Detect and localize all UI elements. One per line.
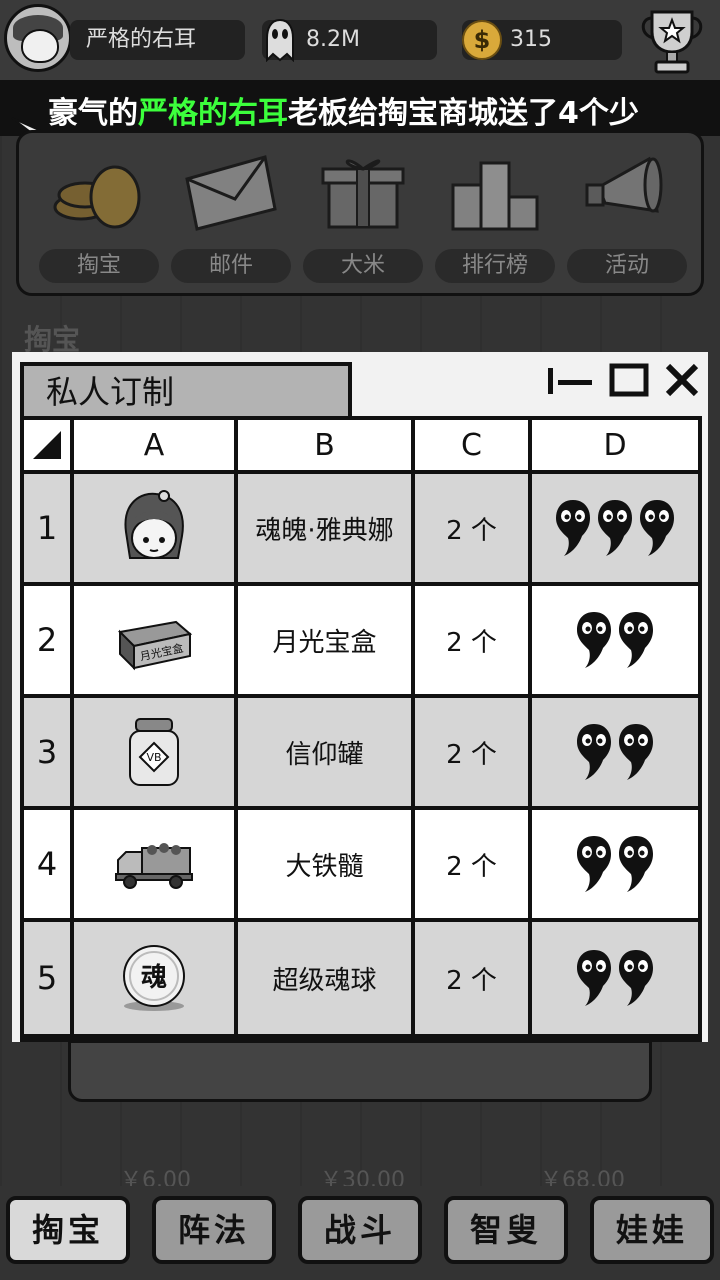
item-quantity: 2 个 bbox=[415, 474, 528, 582]
row-number: 1 bbox=[24, 474, 70, 582]
row-number: 5 bbox=[24, 922, 70, 1034]
item-quantity: 2 个 bbox=[415, 810, 528, 918]
menu-item-treasure[interactable]: 掏宝 bbox=[39, 151, 159, 283]
maximize-icon[interactable] bbox=[608, 360, 652, 400]
athena-avatar-icon bbox=[124, 490, 184, 559]
menu-label: 活动 bbox=[567, 249, 687, 283]
megaphone-icon bbox=[585, 156, 663, 213]
item-quantity: 2 个 bbox=[415, 698, 528, 806]
soul-icon bbox=[619, 724, 653, 780]
coin-value: 315 bbox=[510, 27, 552, 52]
trophy-icon[interactable] bbox=[636, 6, 708, 76]
soul-icon bbox=[577, 612, 611, 668]
row-number: 4 bbox=[24, 810, 70, 918]
top-bar: 严格的右耳 8.2M $ 315 bbox=[0, 0, 720, 80]
ghost-currency: 8.2M bbox=[262, 18, 437, 62]
menu-label: 排行榜 bbox=[435, 249, 555, 283]
item-image-cell[interactable] bbox=[74, 474, 234, 582]
menu-label: 邮件 bbox=[171, 249, 291, 283]
jar-label: VB bbox=[146, 751, 161, 764]
menu-item-rice[interactable]: 大米 bbox=[303, 151, 423, 283]
item-image-cell[interactable]: VB bbox=[74, 698, 234, 806]
soul-icon bbox=[577, 724, 611, 780]
order-table: A B C D 1 魂魄·雅典娜 2 个 2 月光宝盒 月光宝盒 2 个 3 V… bbox=[20, 416, 702, 1042]
item-name: 大铁髓 bbox=[238, 810, 411, 918]
column-header-a: A bbox=[74, 420, 234, 470]
coins-icon bbox=[53, 165, 141, 229]
announcement-marquee: 豪气的严格的右耳老板给掏宝商城送了4个少 bbox=[0, 80, 720, 136]
nav-doll-button[interactable]: 娃娃 bbox=[590, 1196, 714, 1264]
nav-formation-button[interactable]: 阵法 bbox=[152, 1196, 276, 1264]
column-header-d: D bbox=[532, 420, 698, 470]
soul-cost bbox=[532, 586, 698, 694]
ghost-icon bbox=[266, 18, 294, 62]
menu-label: 掏宝 bbox=[39, 249, 159, 283]
truck-icon bbox=[115, 843, 193, 889]
announcement-text: 豪气的严格的右耳老板给掏宝商城送了4个少 bbox=[48, 96, 639, 131]
coin-icon: $ bbox=[462, 20, 502, 60]
soul-cost bbox=[532, 698, 698, 806]
table-corner bbox=[24, 420, 70, 470]
soul-icon bbox=[619, 836, 653, 892]
player-name: 严格的右耳 bbox=[70, 20, 245, 60]
item-name: 月光宝盒 bbox=[238, 586, 411, 694]
item-name: 魂魄·雅典娜 bbox=[238, 474, 411, 582]
soul-icon bbox=[577, 836, 611, 892]
item-image-cell[interactable] bbox=[74, 810, 234, 918]
ghost-value: 8.2M bbox=[306, 27, 360, 52]
main-menu: 掏宝 邮件 大米 排行榜 活动 bbox=[16, 130, 704, 296]
item-image-cell[interactable]: 月光宝盒 bbox=[74, 586, 234, 694]
item-quantity: 2 个 bbox=[415, 586, 528, 694]
close-icon[interactable] bbox=[662, 360, 702, 400]
faith-jar-icon: VB bbox=[129, 718, 179, 786]
soul-cost bbox=[532, 922, 698, 1034]
menu-item-events[interactable]: 活动 bbox=[567, 151, 687, 283]
row-number: 3 bbox=[24, 698, 70, 806]
soul-icon bbox=[619, 612, 653, 668]
menu-item-mail[interactable]: 邮件 bbox=[171, 151, 291, 283]
menu-label: 大米 bbox=[303, 249, 423, 283]
envelope-icon bbox=[185, 155, 277, 231]
bottom-nav: 掏宝 阵法 战斗 智叟 娃娃 bbox=[0, 1186, 720, 1280]
highlighted-player-name: 严格的右耳 bbox=[138, 96, 288, 131]
podium-icon bbox=[451, 161, 539, 231]
soul-icon bbox=[640, 500, 674, 556]
soul-ball-label: 魂 bbox=[141, 963, 167, 993]
nav-treasure-button[interactable]: 掏宝 bbox=[6, 1196, 130, 1264]
soul-icon bbox=[556, 500, 590, 556]
background-panel bbox=[68, 1040, 652, 1102]
nav-battle-button[interactable]: 战斗 bbox=[298, 1196, 422, 1264]
soul-icon bbox=[619, 950, 653, 1006]
gift-box-icon bbox=[321, 159, 405, 229]
soul-ball-icon: 魂 bbox=[123, 945, 185, 1011]
item-name: 超级魂球 bbox=[238, 922, 411, 1034]
soul-icon bbox=[577, 950, 611, 1006]
soul-cost bbox=[532, 474, 698, 582]
soul-icon bbox=[598, 500, 632, 556]
corner-triangle-icon bbox=[33, 431, 61, 459]
menu-item-ranking[interactable]: 排行榜 bbox=[435, 151, 555, 283]
window-title: 私人订制 bbox=[20, 362, 352, 418]
moonlight-box-icon: 月光宝盒 bbox=[117, 620, 193, 671]
nav-sage-button[interactable]: 智叟 bbox=[444, 1196, 568, 1264]
column-header-c: C bbox=[415, 420, 528, 470]
item-quantity: 2 个 bbox=[415, 922, 528, 1034]
row-number: 2 bbox=[24, 586, 70, 694]
coin-currency: $ 315 bbox=[462, 20, 622, 60]
minimize-icon[interactable] bbox=[542, 360, 598, 400]
player-avatar[interactable] bbox=[4, 4, 72, 72]
item-image-cell[interactable]: 魂 bbox=[74, 922, 234, 1034]
column-header-b: B bbox=[238, 420, 411, 470]
item-name: 信仰罐 bbox=[238, 698, 411, 806]
custom-order-window: 私人订制 A B C D 1 魂魄·雅典娜 2 个 2 月光宝盒 月光宝盒 2 … bbox=[12, 352, 708, 1042]
soul-cost bbox=[532, 810, 698, 918]
